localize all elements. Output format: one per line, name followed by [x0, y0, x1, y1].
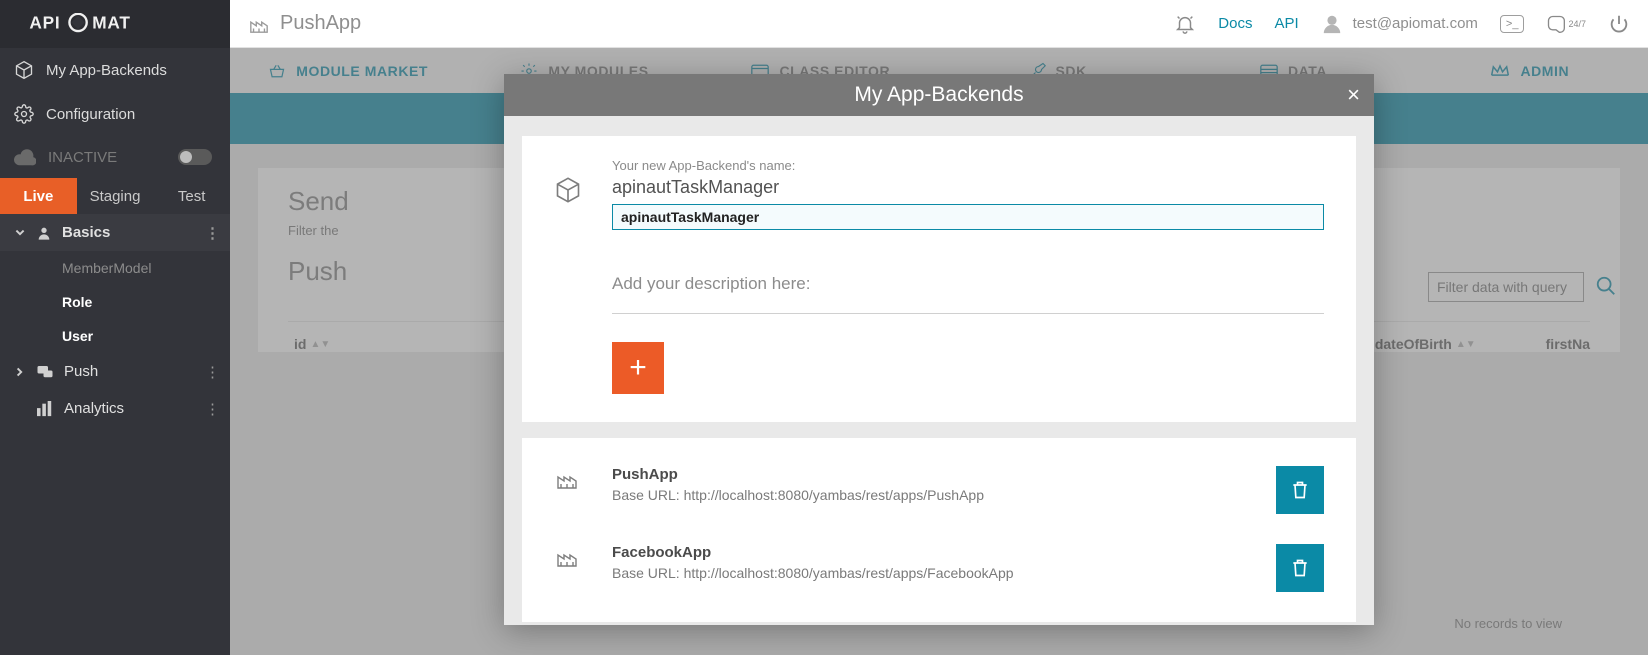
sidebar-configuration[interactable]: Configuration [0, 92, 230, 136]
chevron-down-icon [14, 227, 26, 239]
sidebar-item-label: Analytics [64, 400, 124, 417]
backend-name: PushApp [612, 466, 1258, 483]
more-icon[interactable]: ⋮ [205, 224, 220, 242]
sidebar-my-backends[interactable]: My App-Backends [0, 48, 230, 92]
backend-list-item[interactable]: PushApp Base URL: http://localhost:8080/… [554, 460, 1324, 538]
support-icon[interactable]: 24/7 [1546, 14, 1586, 34]
api-link[interactable]: API [1274, 15, 1298, 32]
sidebar-item-label: Basics [62, 224, 110, 241]
env-tab-live[interactable]: Live [0, 178, 77, 214]
topbar: PushApp Docs API test@apiomat.com >_ 24/ [230, 0, 1648, 48]
support-badge: 24/7 [1568, 19, 1586, 29]
deploy-toggle[interactable] [178, 149, 212, 165]
chat-icon [36, 364, 54, 380]
bell-icon[interactable] [1174, 13, 1196, 35]
cloud-icon [14, 148, 36, 166]
sidebar-section-basics[interactable]: Basics ⋮ [0, 214, 230, 251]
sidebar-inactive-row: INACTIVE [0, 136, 230, 178]
close-icon[interactable]: × [1347, 82, 1360, 108]
modal: My App-Backends × Your new App-Backend's… [504, 74, 1374, 625]
user-email: test@apiomat.com [1353, 15, 1478, 32]
name-static: apinautTaskManager [612, 177, 1324, 198]
more-icon[interactable]: ⋮ [205, 400, 220, 418]
sidebar-push[interactable]: Push ⋮ [0, 353, 230, 390]
sidebar-sub-membermodel[interactable]: MemberModel [0, 251, 230, 285]
description-label: Add your description here: [612, 274, 1324, 294]
env-tab-staging[interactable]: Staging [77, 178, 154, 214]
inactive-label: INACTIVE [48, 149, 117, 166]
user-menu[interactable]: test@apiomat.com [1321, 13, 1478, 35]
sidebar: API MAT My App-Backends Configuration [0, 0, 230, 655]
backend-name-input[interactable] [612, 204, 1324, 230]
sidebar-sub-user[interactable]: User [0, 319, 230, 353]
gear-icon [14, 104, 34, 124]
factory-icon [554, 466, 594, 490]
new-backend-panel: Your new App-Backend's name: apinautTask… [522, 136, 1356, 422]
modal-header: My App-Backends × [504, 74, 1374, 116]
backend-url: Base URL: http://localhost:8080/yambas/r… [612, 565, 1258, 581]
power-icon[interactable] [1608, 13, 1630, 35]
modal-title: My App-Backends [854, 83, 1023, 107]
modal-overlay: My App-Backends × Your new App-Backend's… [230, 48, 1648, 655]
sidebar-item-label: My App-Backends [46, 62, 167, 79]
sidebar-sub-role[interactable]: Role [0, 285, 230, 319]
app-name-label: PushApp [280, 12, 361, 35]
description-input[interactable] [612, 300, 1324, 314]
docs-link[interactable]: Docs [1218, 15, 1252, 32]
cube-icon [14, 60, 34, 80]
sidebar-analytics[interactable]: Analytics ⋮ [0, 390, 230, 427]
terminal-icon[interactable]: >_ [1500, 15, 1525, 33]
add-backend-button[interactable]: + [612, 342, 664, 394]
more-icon[interactable]: ⋮ [205, 363, 220, 381]
sidebar-item-label: Push [64, 363, 98, 380]
svg-text:API: API [29, 13, 60, 33]
logo: API MAT [0, 0, 230, 48]
svg-text:MAT: MAT [92, 13, 130, 33]
chart-icon [36, 401, 54, 417]
delete-backend-button[interactable] [1276, 544, 1324, 592]
factory-icon [248, 14, 270, 34]
app-title: PushApp [248, 12, 361, 35]
sidebar-item-label: Configuration [46, 106, 135, 123]
env-tab-test[interactable]: Test [153, 178, 230, 214]
backend-list-item[interactable]: FacebookApp Base URL: http://localhost:8… [554, 538, 1324, 616]
factory-icon [554, 544, 594, 568]
backend-list-panel: PushApp Base URL: http://localhost:8080/… [522, 438, 1356, 622]
delete-backend-button[interactable] [1276, 466, 1324, 514]
avatar-icon [1321, 13, 1343, 35]
new-name-label: Your new App-Backend's name: [612, 158, 1324, 173]
backend-name: FacebookApp [612, 544, 1258, 561]
chevron-right-icon [14, 366, 26, 378]
backend-url: Base URL: http://localhost:8080/yambas/r… [612, 487, 1258, 503]
person-icon [36, 225, 52, 241]
cube-icon [554, 158, 594, 204]
env-tabs: Live Staging Test [0, 178, 230, 214]
